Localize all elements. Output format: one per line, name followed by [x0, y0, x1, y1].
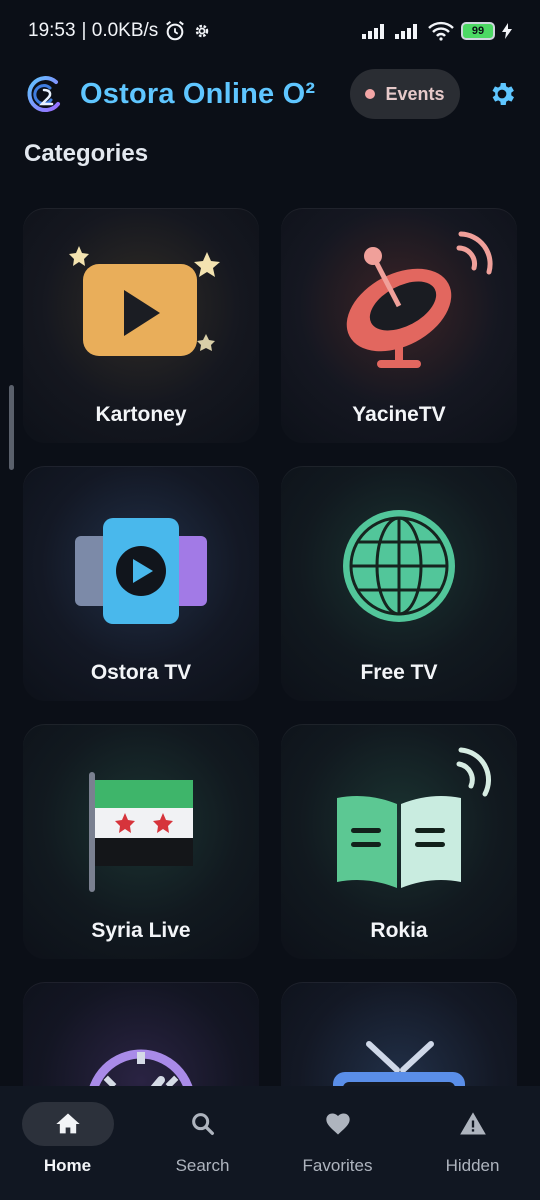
category-label: Ostora TV	[90, 661, 192, 684]
settings-gear-icon	[192, 21, 212, 41]
video-stack-icon	[23, 484, 259, 634]
category-card-rokia[interactable]: Rokia	[281, 724, 517, 959]
category-card-ostora-tv[interactable]: Ostora TV	[23, 466, 259, 701]
warning-icon	[459, 1112, 486, 1135]
status-right: 99	[362, 21, 512, 41]
satellite-dish-icon	[281, 226, 517, 376]
category-card-yacinetv[interactable]: YacineTV	[281, 208, 517, 443]
category-card-tv[interactable]	[281, 982, 517, 1086]
scroll-indicator[interactable]	[9, 385, 14, 470]
network-speed: | 0.0KB/s	[81, 20, 159, 41]
category-grid: Kartoney YacineTV Ostora TV Free TV Syri…	[23, 208, 517, 1086]
category-card-stopwatch[interactable]	[23, 982, 259, 1086]
category-card-kartoney[interactable]: Kartoney	[23, 208, 259, 443]
nav-favorites-indicator	[292, 1102, 384, 1146]
category-label: Syria Live	[91, 919, 191, 942]
nav-hidden-indicator	[427, 1102, 519, 1146]
nav-label: Hidden	[445, 1156, 500, 1175]
tv-globe-icon	[281, 1000, 517, 1086]
status-bar: 19:53 | 0.0KB/s 99	[0, 0, 540, 62]
battery-icon: 99	[461, 22, 495, 40]
nav-home[interactable]: Home	[8, 1102, 128, 1176]
category-label: YacineTV	[352, 403, 446, 426]
stopwatch-icon	[23, 1000, 259, 1086]
heart-icon	[325, 1113, 350, 1135]
app-header: Ostora Online O² Events	[0, 62, 540, 126]
nav-label: Favorites	[302, 1156, 373, 1175]
nav-favorites[interactable]: Favorites	[278, 1102, 398, 1176]
globe-icon	[281, 484, 517, 634]
category-label: Free TV	[360, 661, 438, 684]
events-dot-icon	[365, 89, 376, 99]
category-label: Rokia	[370, 919, 428, 942]
status-time: 19:53	[28, 20, 76, 41]
bottom-navigation: Home Search Favorites Hidden	[0, 1086, 540, 1200]
events-label: Events	[385, 83, 445, 104]
nav-label: Home	[43, 1156, 92, 1175]
play-button-icon	[23, 226, 259, 376]
category-card-syria-live[interactable]: Syria Live	[23, 724, 259, 959]
app-title: Ostora Online O²	[80, 77, 316, 110]
category-card-free-tv[interactable]: Free TV	[281, 466, 517, 701]
home-icon	[55, 1113, 80, 1134]
app-logo-icon	[22, 72, 66, 116]
nav-label: Search	[175, 1156, 230, 1175]
alarm-icon	[164, 20, 186, 42]
charging-icon	[502, 23, 512, 39]
gear-icon	[492, 83, 514, 105]
nav-hidden[interactable]: Hidden	[413, 1102, 533, 1176]
section-title: Categories	[24, 140, 149, 167]
nav-search-indicator	[157, 1102, 249, 1146]
syria-flag-icon	[23, 742, 259, 892]
nav-home-indicator	[21, 1102, 114, 1146]
events-button[interactable]: Events	[350, 69, 460, 119]
settings-button[interactable]	[486, 78, 518, 110]
wifi-icon	[428, 21, 454, 41]
search-icon	[191, 1113, 214, 1135]
signal-icon	[362, 23, 388, 39]
nav-search[interactable]: Search	[143, 1102, 263, 1176]
category-label: Kartoney	[95, 403, 187, 426]
book-broadcast-icon	[281, 742, 517, 892]
signal-icon	[395, 23, 421, 39]
status-left: 19:53 | 0.0KB/s	[28, 20, 212, 42]
